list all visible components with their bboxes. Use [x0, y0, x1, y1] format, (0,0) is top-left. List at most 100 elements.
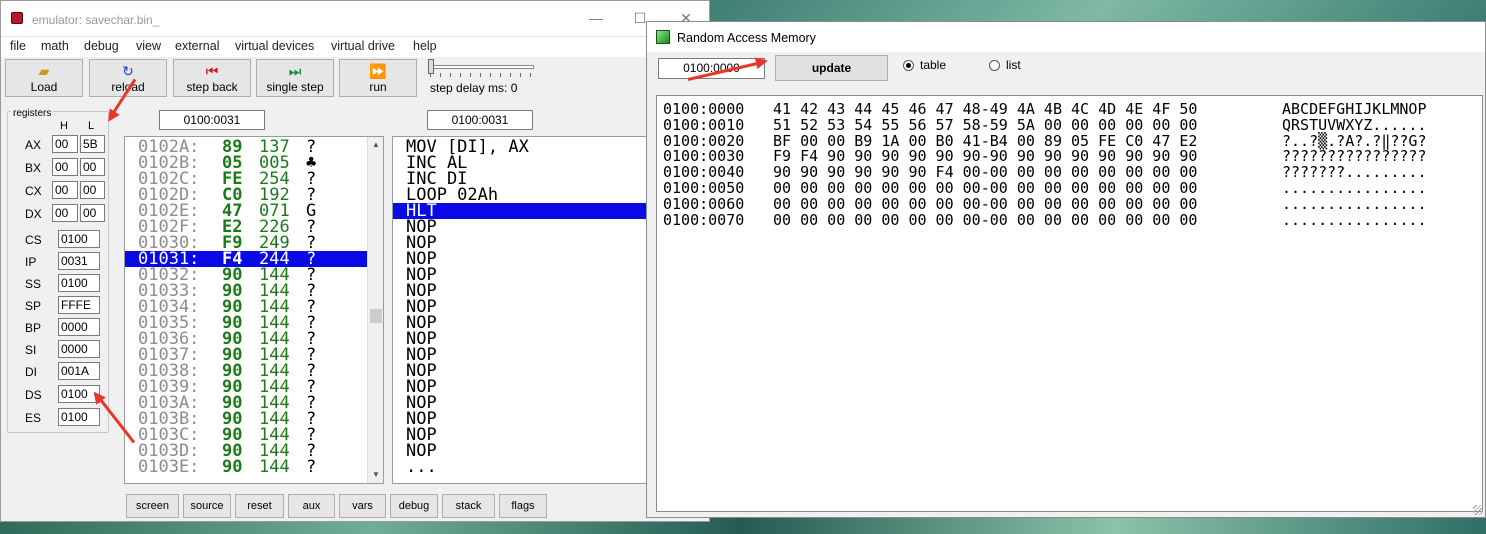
menu-external[interactable]: external — [175, 39, 219, 53]
folder-icon: ▰ — [38, 63, 50, 79]
register-si-value[interactable]: 0000 — [58, 340, 100, 358]
code-address-field[interactable]: 0100:0031 — [159, 110, 265, 130]
register-bp-label: BP — [25, 321, 42, 335]
memory-row-ascii: QRSTUVWXYZ...... — [1282, 115, 1427, 134]
memory-row-ascii: ................ — [1282, 210, 1427, 229]
step-delay-slider[interactable]: step delay ms: 0 — [426, 59, 546, 99]
flags-button[interactable]: flags — [499, 494, 547, 518]
register-sp-label: SP — [25, 299, 42, 313]
emulator-app-icon — [11, 12, 23, 24]
register-es-value[interactable]: 0100 — [58, 408, 100, 426]
memory-row-ascii: ?..?▒.?A?.?‖??G? — [1282, 131, 1427, 150]
reset-button[interactable]: reset — [235, 494, 284, 518]
toolbar: ▰ Load ↻ reload ⏮ step back ⏭ single ste… — [1, 57, 709, 100]
code-row-decimal: 144 — [259, 457, 290, 477]
disassembly-row[interactable]: ... — [393, 459, 651, 476]
ram-window: Random Access Memory 0100:0000 update ta… — [646, 21, 1486, 518]
step-delay-label: step delay ms: 0 — [430, 81, 518, 95]
slider-track — [430, 65, 534, 69]
code-scrollbar[interactable]: ▲ ▼ — [367, 137, 383, 483]
memory-row-ascii: ................ — [1282, 179, 1427, 197]
memory-row-ascii: ???????......... — [1282, 163, 1427, 182]
run-button[interactable]: ⏩ run — [339, 59, 417, 97]
debug-button[interactable]: debug — [390, 494, 438, 518]
register-bx-l[interactable]: 00 — [80, 158, 105, 176]
list-radio[interactable] — [989, 60, 1000, 71]
register-es-label: ES — [25, 411, 42, 425]
memory-row-hex: 90 90 90 90 90 90 F4 00-00 00 00 00 00 0… — [773, 163, 1198, 182]
register-cx-l[interactable]: 00 — [80, 181, 105, 199]
register-ds-label: DS — [25, 388, 42, 402]
menu-math[interactable]: math — [41, 39, 69, 53]
step-back-icon: ⏮ — [205, 63, 219, 79]
menu-virtual-drive[interactable]: virtual drive — [331, 39, 395, 53]
single-step-icon: ⏭ — [288, 63, 302, 79]
register-bx-h[interactable]: 00 — [52, 158, 78, 176]
disassembly-list[interactable]: MOV [DI], AX INC AL INC DI LOOP 02Ah HLT NOP N… — [392, 136, 652, 484]
register-di-value[interactable]: 001A — [58, 362, 100, 380]
menu-virtual-devices[interactable]: virtual devices — [235, 39, 314, 53]
memory-code-list[interactable]: 0102A: 89 137? 0102B: 05 005 ♣ 0102C: FE 254? 0102… — [124, 136, 384, 484]
stack-button[interactable]: stack — [442, 494, 495, 518]
ram-titlebar[interactable]: Random Access Memory — [647, 22, 1485, 52]
memory-row-address: 0100:0060 — [663, 194, 745, 213]
menu-debug[interactable]: debug — [84, 39, 119, 53]
update-button[interactable]: update — [775, 55, 888, 81]
vars-button[interactable]: vars — [339, 494, 386, 518]
list-radio-label: list — [1006, 58, 1021, 72]
resize-grip-icon[interactable] — [1473, 505, 1483, 515]
single-step-button[interactable]: ⏭ single step — [256, 59, 334, 97]
memory-row-ascii: ................ — [1282, 194, 1427, 213]
memory-row-hex: F9 F4 90 90 90 90 90 90-90 90 90 90 90 9… — [773, 147, 1198, 166]
register-dx-l[interactable]: 00 — [80, 204, 105, 222]
memory-table[interactable]: 0100:0000 41 42 43 44 45 46 47 48-49 4A 4… — [656, 95, 1483, 512]
register-l-header: L — [88, 120, 95, 132]
scroll-up-icon[interactable]: ▲ — [368, 137, 383, 153]
register-h-header: H — [60, 120, 68, 132]
load-button[interactable]: ▰ Load — [5, 59, 83, 97]
asm-address-field[interactable]: 0100:0031 — [427, 110, 533, 130]
menu-file[interactable]: file — [10, 39, 26, 53]
source-button[interactable]: source — [183, 494, 231, 518]
register-ax-h[interactable]: 00 — [52, 135, 78, 153]
register-cx-label: CX — [25, 184, 42, 198]
register-sp-value[interactable]: FFFE — [58, 296, 100, 314]
register-cs-value[interactable]: 0100 — [58, 230, 100, 248]
emulator-titlebar[interactable]: emulator: savechar.bin_ — ☐ ✕ — [1, 1, 709, 37]
memory-row-address: 0100:0070 — [663, 210, 745, 229]
slider-thumb[interactable] — [428, 59, 434, 74]
register-bp-value[interactable]: 0000 — [58, 318, 100, 336]
slider-ticks — [430, 73, 534, 77]
menu-help[interactable]: help — [413, 39, 437, 53]
register-ax-label: AX — [25, 138, 42, 152]
register-cx-h[interactable]: 00 — [52, 181, 78, 199]
code-row[interactable]: 0103E: 90 144? — [125, 457, 370, 477]
table-radio[interactable] — [903, 60, 914, 71]
minimize-icon[interactable]: — — [585, 9, 607, 27]
reload-icon: ↻ — [122, 63, 134, 79]
register-ip-value[interactable]: 0031 — [58, 252, 100, 270]
memory-row-hex: 00 00 00 00 00 00 00 00-00 00 00 00 00 0… — [773, 194, 1198, 213]
code-row-hex: 90 — [222, 457, 243, 477]
register-dx-h[interactable]: 00 — [52, 204, 78, 222]
ram-app-icon — [656, 30, 670, 44]
window-title: emulator: savechar.bin_ — [32, 13, 160, 27]
scroll-thumb[interactable] — [370, 309, 382, 323]
register-ip-label: IP — [25, 255, 37, 269]
ram-address-field[interactable]: 0100:0000 — [658, 58, 765, 79]
table-radio-label: table — [920, 58, 947, 72]
memory-row-hex: 51 52 53 54 55 56 57 58-59 5A 00 00 00 0… — [773, 115, 1198, 134]
memory-row-hex: 00 00 00 00 00 00 00 00-00 00 00 00 00 0… — [773, 210, 1198, 229]
memory-row-hex: 00 00 00 00 00 00 00 00-00 00 00 00 00 0… — [773, 179, 1198, 197]
scroll-down-icon[interactable]: ▼ — [368, 467, 383, 483]
ram-window-title: Random Access Memory — [677, 31, 816, 45]
register-dx-label: DX — [25, 207, 42, 221]
register-ax-l[interactable]: 5B — [80, 135, 105, 153]
register-ss-label: SS — [25, 277, 42, 291]
menu-view[interactable]: view — [136, 39, 161, 53]
screen-button[interactable]: screen — [126, 494, 179, 518]
register-ss-value[interactable]: 0100 — [58, 274, 100, 292]
step-back-button[interactable]: ⏮ step back — [173, 59, 251, 97]
register-bx-label: BX — [25, 161, 42, 175]
aux-button[interactable]: aux — [288, 494, 335, 518]
